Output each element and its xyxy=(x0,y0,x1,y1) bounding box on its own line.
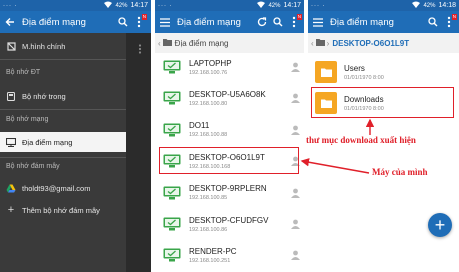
arrow-to-my-machine xyxy=(300,158,370,174)
annotation-arrows xyxy=(300,118,375,174)
